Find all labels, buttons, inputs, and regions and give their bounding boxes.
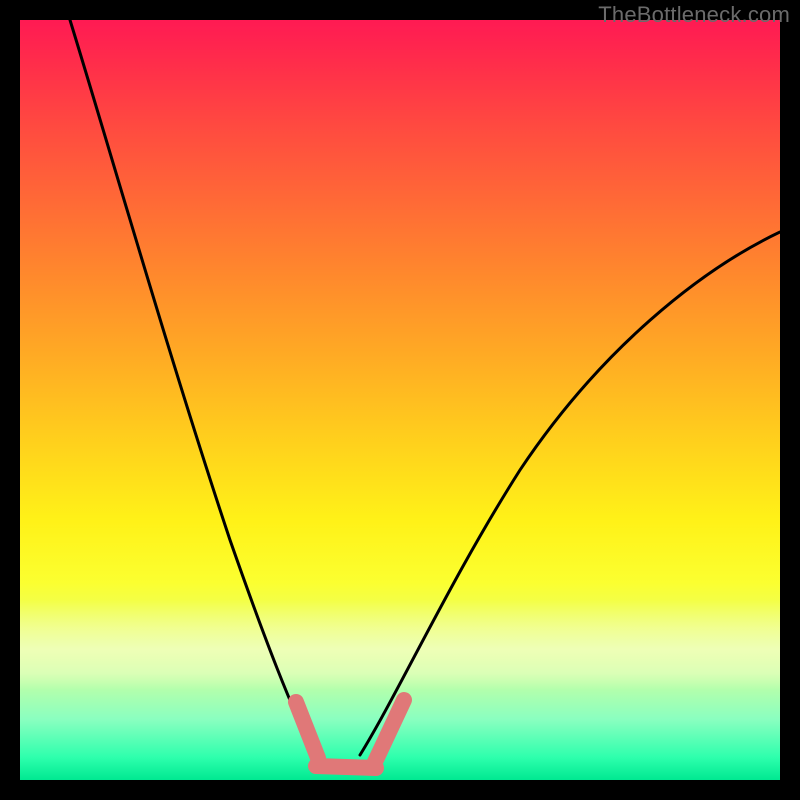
marker-left-tick — [296, 702, 318, 758]
plot-area — [20, 20, 780, 780]
valley-marker-group — [296, 700, 404, 768]
watermark-text: TheBottleneck.com — [598, 2, 790, 28]
marker-right-tick — [374, 700, 404, 764]
curve-svg — [20, 20, 780, 780]
chart-frame: TheBottleneck.com — [0, 0, 800, 800]
curve-right-branch — [360, 232, 780, 755]
curve-left-branch — [70, 20, 315, 755]
